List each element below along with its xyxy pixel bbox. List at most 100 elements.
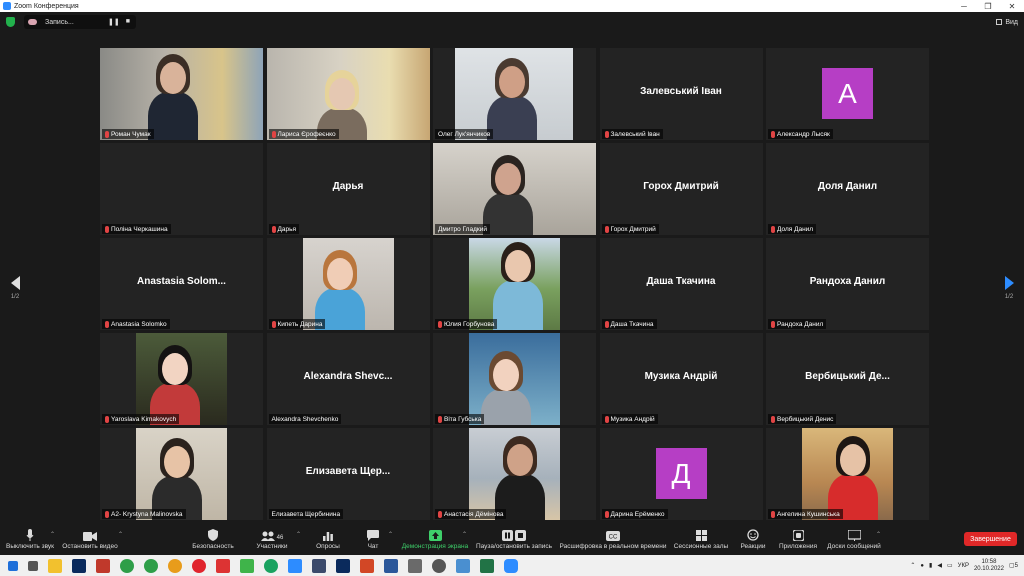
polls-button[interactable]: Опросы <box>312 527 344 550</box>
participant-tile[interactable]: Кипеть Дарина <box>266 238 430 330</box>
encryption-shield-icon[interactable] <box>6 17 15 27</box>
participant-tile[interactable]: Anastasia Solom... Anastasia Solomko <box>100 238 263 330</box>
participant-tile[interactable]: Лариса Єрофеєнко <box>266 48 430 140</box>
photoshop-icon-2[interactable] <box>336 558 350 573</box>
file-explorer-icon[interactable] <box>48 558 62 573</box>
video-options-caret-icon[interactable]: ⌃ <box>118 531 123 538</box>
app-icon-dark[interactable] <box>312 558 326 573</box>
participant-tile[interactable]: Ангелина Кушинська <box>766 428 929 520</box>
participant-tile[interactable]: A2- Krystyna Malinovska <box>100 428 263 520</box>
chrome-icon-2[interactable] <box>144 558 158 573</box>
chat-caret-icon[interactable]: ⌃ <box>388 531 393 538</box>
participant-tile[interactable]: Віта Губська <box>433 333 596 425</box>
network-icon[interactable]: ▮ <box>929 562 932 569</box>
whiteboard-icon <box>847 530 861 541</box>
task-view-icon[interactable] <box>28 560 38 571</box>
participant-name-label: Кипеть Дарина <box>268 319 326 329</box>
clock[interactable]: 10:58 20.10.2022 <box>974 559 1004 573</box>
participant-name-label: Дарина Ерёменко <box>601 509 668 519</box>
security-button[interactable]: Безопасность <box>190 527 236 550</box>
participant-tile[interactable]: Дмитро Гладкий <box>433 143 596 235</box>
participant-tile[interactable]: Дарья Дарья <box>266 143 430 235</box>
close-button[interactable]: ✕ <box>1000 2 1024 11</box>
view-button[interactable]: Вид <box>996 19 1018 26</box>
chat-button[interactable]: Чат <box>362 527 384 550</box>
participant-tile[interactable]: Елизавета Щер... Елизавета Щербинина <box>266 428 430 520</box>
pause-stop-icon <box>502 530 526 541</box>
participant-tile[interactable]: Горох Дмитрий Горох Дмитрий <box>599 143 763 235</box>
maximize-button[interactable]: ❐ <box>976 2 1000 11</box>
whiteboard-caret-icon[interactable]: ⌃ <box>876 531 881 538</box>
app-icon-blue-2[interactable] <box>456 558 470 573</box>
participant-video <box>469 428 560 520</box>
zoom-taskbar-icon[interactable] <box>504 558 518 573</box>
word-icon[interactable] <box>384 558 398 573</box>
notifications-icon[interactable]: ▢5 <box>1009 562 1018 569</box>
stop-recording-icon[interactable]: ■ <box>126 18 130 26</box>
breakout-rooms-button[interactable]: Сессионные залы <box>672 527 730 550</box>
participant-tile[interactable]: Олег Лук'янчиков <box>433 48 596 140</box>
participant-name-label: Юлия Горбунова <box>435 319 498 329</box>
participant-tile[interactable]: Анастасія Дёмінова <box>433 428 596 520</box>
participant-tile[interactable]: Рандоха Данил Рандоха Данил <box>766 238 929 330</box>
reactions-button[interactable]: Реакции <box>738 527 768 550</box>
pause-recording-icon[interactable]: ❚❚ <box>108 18 120 26</box>
participant-tile[interactable]: Роман Чумак <box>100 48 263 140</box>
pause-recording-button[interactable]: Пауза/остановить запись <box>474 527 554 550</box>
calculator-icon[interactable] <box>408 558 422 573</box>
live-transcript-button[interactable]: CC Расшифровка в реальном времени <box>558 527 668 550</box>
browser-icon[interactable] <box>168 558 182 573</box>
mute-button[interactable]: Выключить звук <box>4 527 56 550</box>
excel-icon[interactable] <box>480 558 494 573</box>
volume-icon[interactable]: ◀ <box>937 562 942 569</box>
participant-tile[interactable]: Поліна Черкашина <box>100 143 263 235</box>
tray-chevron-icon[interactable]: ⌃ <box>910 562 915 569</box>
end-meeting-button[interactable]: Завершение <box>964 532 1017 546</box>
participant-name-label: Анастасія Дёмінова <box>435 509 507 519</box>
chrome-icon-3[interactable] <box>264 558 278 573</box>
window-titlebar: Zoom Конференция ─ ❐ ✕ <box>0 0 1024 12</box>
stop-video-button[interactable]: Остановить видео <box>60 527 120 550</box>
share-caret-icon[interactable]: ⌃ <box>462 531 467 538</box>
powerpoint-icon[interactable] <box>360 558 374 573</box>
participant-tile[interactable]: Залевський Іван Залевський Іван <box>599 48 763 140</box>
participant-tile[interactable]: Юлия Горбунова <box>433 238 596 330</box>
participant-name: Залевський Іван <box>610 130 660 138</box>
mic-tray-icon[interactable]: ● <box>920 563 924 569</box>
participant-name: Anastasia Solomko <box>111 320 167 328</box>
participant-tile[interactable]: Музика Андрій Музика Андрій <box>599 333 763 425</box>
opera-icon[interactable] <box>192 558 206 573</box>
audio-options-caret-icon[interactable]: ⌃ <box>50 531 55 538</box>
language-indicator[interactable]: УКР <box>958 563 969 569</box>
participant-tile[interactable]: Доля Данил Доля Данил <box>766 143 929 235</box>
apps-button[interactable]: Приложения <box>776 527 820 550</box>
battery-icon[interactable]: ▭ <box>947 562 953 569</box>
app-icon-red[interactable] <box>96 558 110 573</box>
participant-display-name: Музика Андрій <box>644 371 718 382</box>
participant-tile[interactable]: Вербицький Де... Вербицький Денис <box>766 333 929 425</box>
previous-page-button[interactable]: 1/2 <box>7 276 23 300</box>
participants-icon <box>260 531 275 541</box>
participant-tile[interactable]: A Александр Лысяк <box>766 48 929 140</box>
whiteboards-button[interactable]: Доски сообщений <box>824 527 884 550</box>
muted-mic-icon <box>604 130 609 138</box>
photoshop-icon[interactable] <box>72 558 86 573</box>
chrome-icon[interactable] <box>120 558 134 573</box>
participant-name: Музика Андрій <box>610 415 655 423</box>
minimize-button[interactable]: ─ <box>952 2 976 11</box>
next-page-button[interactable]: 1/2 <box>1001 276 1017 300</box>
participant-tile[interactable]: Д Дарина Ерёменко <box>599 428 763 520</box>
settings-icon[interactable] <box>432 558 446 573</box>
windows-start-icon[interactable] <box>8 560 18 571</box>
participant-tile[interactable]: Даша Ткачина Даша Ткачина <box>599 238 763 330</box>
participants-caret-icon[interactable]: ⌃ <box>296 531 301 538</box>
app-icon-green[interactable] <box>240 558 254 573</box>
participant-tile[interactable]: Yaroslava Kimakovych <box>100 333 263 425</box>
app-icon-blue[interactable] <box>288 558 302 573</box>
participant-tile[interactable]: Alexandra Shevc... Alexandra Shevchenko <box>266 333 430 425</box>
participant-display-name: Залевський Іван <box>640 86 722 97</box>
app-icon-red-2[interactable] <box>216 558 230 573</box>
participant-video <box>455 48 573 140</box>
share-screen-button[interactable]: Демонстрация экрана <box>400 527 470 550</box>
participants-button[interactable]: 46 Участники <box>252 527 292 550</box>
